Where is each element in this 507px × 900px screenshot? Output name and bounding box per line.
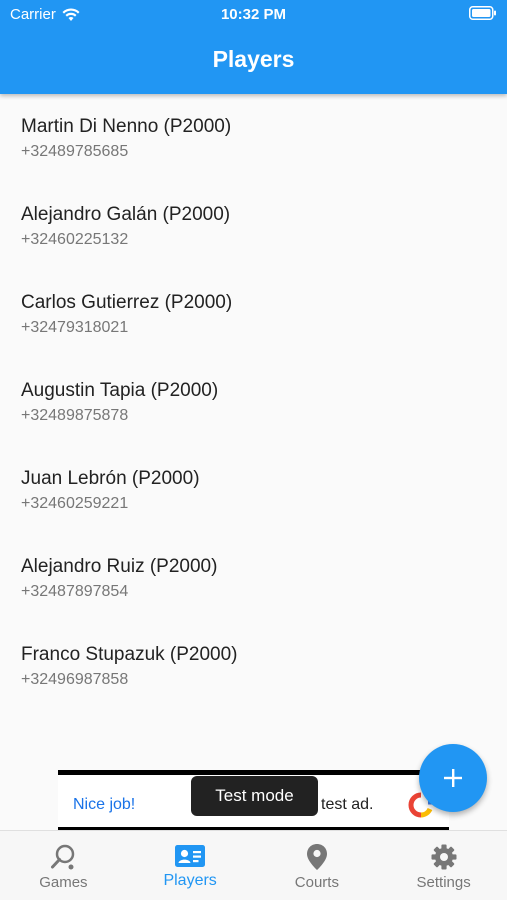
players-list: Martin Di Nenno (P2000) +32489785685 Ale…: [0, 94, 507, 710]
status-bar: Carrier 10:32 PM: [0, 0, 507, 28]
player-name: Franco Stupazuk (P2000): [21, 644, 238, 665]
player-phone: +32489875878: [21, 407, 129, 424]
tab-games[interactable]: Games: [0, 831, 127, 900]
tab-label: Games: [39, 874, 88, 891]
player-phone: +32460225132: [21, 231, 129, 248]
list-item[interactable]: Martin Di Nenno (P2000) +32489785685: [0, 94, 507, 182]
add-player-button[interactable]: [419, 744, 487, 812]
page-title: Players: [212, 46, 295, 72]
player-name: Alejandro Ruiz (P2000): [21, 556, 218, 577]
list-item[interactable]: Juan Lebrón (P2000) +32460259221: [0, 446, 507, 534]
tab-players[interactable]: Players: [127, 831, 254, 900]
ad-body-text[interactable]: test ad.: [321, 796, 373, 814]
list-item[interactable]: Carlos Gutierrez (P2000) +32479318021: [0, 270, 507, 358]
search-icon: [51, 844, 75, 870]
location-pin-icon: [306, 844, 327, 870]
player-phone: +32489785685: [21, 143, 129, 160]
list-item[interactable]: Augustin Tapia (P2000) +32489875878: [0, 358, 507, 446]
bottom-tab-bar: Games Players Courts Settings: [0, 830, 507, 900]
player-phone: +32487897854: [21, 583, 129, 600]
app-bar: Carrier 10:32 PM Players: [0, 0, 507, 94]
battery-icon: [469, 6, 497, 24]
player-phone: +32479318021: [21, 319, 129, 336]
player-phone: +32496987858: [21, 671, 129, 688]
status-time: 10:32 PM: [220, 6, 287, 23]
list-item[interactable]: Franco Stupazuk (P2000) +32496987858: [0, 622, 507, 710]
list-item[interactable]: Alejandro Ruiz (P2000) +32487897854: [0, 534, 507, 622]
tab-label: Players: [163, 872, 217, 889]
tab-courts[interactable]: Courts: [254, 831, 381, 900]
player-name: Alejandro Galán (P2000): [21, 204, 231, 225]
player-name: Carlos Gutierrez (P2000): [21, 292, 233, 313]
player-name: Martin Di Nenno (P2000): [21, 116, 232, 137]
player-phone: +32460259221: [21, 495, 129, 512]
test-mode-toast: Test mode: [191, 776, 318, 816]
tab-label: Settings: [416, 874, 471, 891]
tab-label: Courts: [294, 874, 339, 891]
player-name: Augustin Tapia (P2000): [21, 380, 219, 401]
plus-icon: [444, 769, 462, 787]
player-name: Juan Lebrón (P2000): [21, 468, 200, 489]
gear-icon: [431, 844, 457, 870]
contact-card-icon: [175, 845, 206, 867]
tab-settings[interactable]: Settings: [380, 831, 507, 900]
list-item[interactable]: Alejandro Galán (P2000) +32460225132: [0, 182, 507, 270]
ad-headline[interactable]: Nice job!: [73, 796, 135, 814]
